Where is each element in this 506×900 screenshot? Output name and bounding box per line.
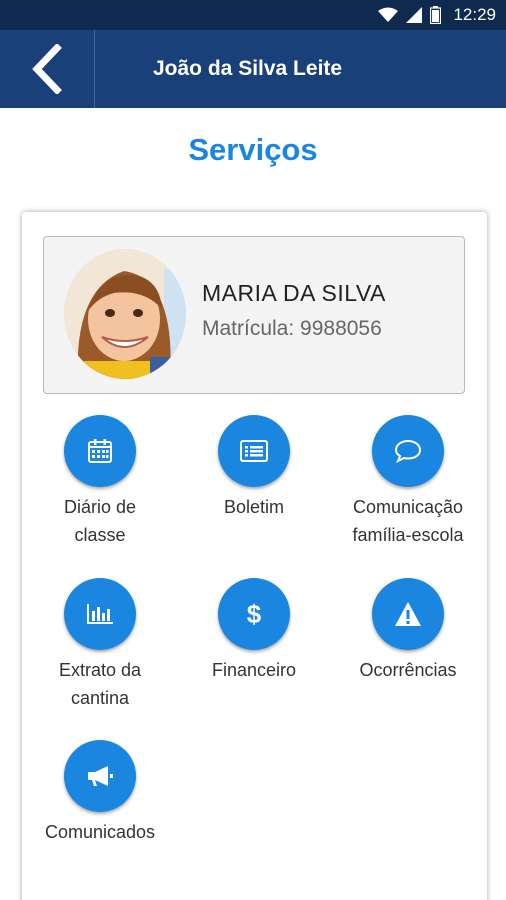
service-icon-circle <box>64 740 136 812</box>
back-button[interactable] <box>0 30 95 108</box>
service-label: Boletim <box>223 497 285 517</box>
service-comunicacao-familia-escola[interactable]: Comunicação família-escola <box>331 415 485 549</box>
chevron-left-icon <box>32 44 62 94</box>
student-profile[interactable]: MARIA DA SILVA Matrícula: 9988056 <box>43 236 465 394</box>
page-title: Serviços <box>188 132 318 167</box>
avatar <box>64 249 186 379</box>
service-icon-circle: $ <box>218 578 290 650</box>
service-label: Financeiro <box>211 660 297 680</box>
student-registration: Matrícula: 9988056 <box>202 317 382 340</box>
service-label: Comunicação família-escola <box>352 497 464 545</box>
status-time: 12:29 <box>453 5 496 24</box>
calendar-icon <box>88 439 112 463</box>
service-extrato-da-cantina[interactable]: Extrato da cantina <box>23 578 177 712</box>
signal-icon <box>406 7 423 23</box>
service-label: Extrato da cantina <box>58 660 142 708</box>
warning-icon <box>395 602 421 626</box>
service-icon-circle <box>218 415 290 487</box>
wifi-icon <box>378 7 399 22</box>
service-boletim[interactable]: Boletim <box>177 415 331 521</box>
service-icon-circle <box>372 578 444 650</box>
service-label: Ocorrências <box>359 660 457 680</box>
bar-chart-icon <box>87 604 113 624</box>
service-icon-circle <box>64 578 136 650</box>
battery-icon <box>430 6 442 24</box>
app-bar-title: João da Silva Leite <box>153 57 343 80</box>
service-comunicados[interactable]: Comunicados <box>23 740 177 846</box>
report-card-icon <box>240 440 268 462</box>
service-icon-circle <box>372 415 444 487</box>
student-photo <box>64 249 186 379</box>
service-label: Comunicados <box>44 822 156 842</box>
service-label: Diário de classe <box>63 497 137 545</box>
student-name: MARIA DA SILVA <box>202 280 386 306</box>
service-ocorrencias[interactable]: Ocorrências <box>331 578 485 684</box>
status-bar: 12:29 <box>0 0 506 30</box>
chat-bubble-icon <box>394 439 422 463</box>
service-diario-de-classe[interactable]: Diário de classe <box>23 415 177 549</box>
services-card: MARIA DA SILVA Matrícula: 9988056 Diário… <box>22 212 487 900</box>
megaphone-icon <box>88 766 113 786</box>
dollar-icon: $ <box>246 598 262 629</box>
service-financeiro[interactable]: $ Financeiro <box>177 578 331 684</box>
service-icon-circle <box>64 415 136 487</box>
app-bar: João da Silva Leite <box>0 30 506 108</box>
